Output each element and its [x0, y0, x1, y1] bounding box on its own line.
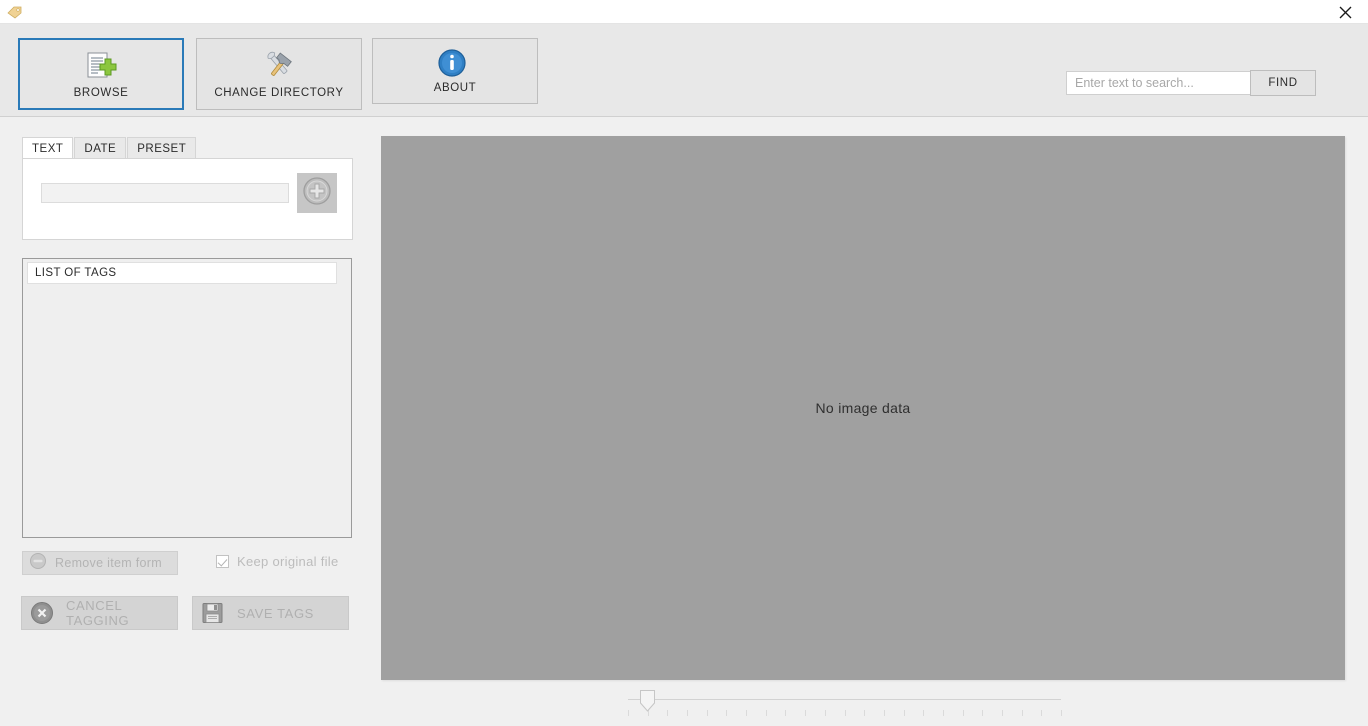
tab-text[interactable]: TEXT — [22, 137, 74, 159]
close-icon — [1339, 6, 1352, 19]
save-tags-button-label: SAVE TAGS — [237, 605, 314, 621]
tag-icon — [6, 4, 24, 20]
save-tags-button[interactable]: SAVE TAGS — [192, 596, 349, 630]
slider-tick — [1061, 710, 1062, 716]
slider-track[interactable] — [628, 699, 1061, 700]
slider-tick — [1001, 710, 1003, 716]
tab-preset-label: PRESET — [137, 142, 187, 155]
slider-tick — [864, 710, 866, 716]
slider-tick — [1021, 710, 1023, 716]
tab-date-label: DATE — [84, 142, 117, 155]
info-circle-icon — [438, 48, 472, 77]
keep-original-file-row[interactable]: Keep original file — [216, 551, 339, 571]
slider-thumb[interactable] — [639, 690, 656, 712]
tab-strip: TEXT DATE PRESET — [22, 137, 197, 159]
image-viewer[interactable]: No image data — [381, 136, 1345, 680]
about-button-label: ABOUT — [433, 81, 477, 94]
about-button[interactable]: ABOUT — [372, 38, 538, 104]
slider-tick — [942, 710, 944, 716]
tab-date[interactable]: DATE — [74, 137, 127, 159]
cancel-tagging-button[interactable]: CANCEL TAGGING — [21, 596, 178, 630]
slider-tick — [1041, 710, 1043, 716]
no-image-message: No image data — [815, 400, 911, 416]
cancel-x-circle-icon — [30, 601, 54, 625]
slider-tick — [844, 710, 846, 716]
slider-tick — [824, 710, 826, 716]
tag-list-header: LIST OF TAGS — [27, 262, 337, 284]
slider-tick — [746, 710, 748, 716]
slider-tick — [923, 710, 925, 716]
tab-panel-text — [22, 158, 353, 240]
slider-tick — [903, 710, 905, 716]
slider-tick — [765, 710, 767, 716]
slider-tick — [962, 710, 964, 716]
slider-tick — [667, 710, 669, 716]
keep-original-file-label: Keep original file — [237, 553, 339, 569]
slider-tick — [726, 710, 728, 716]
image-slider[interactable] — [628, 686, 1068, 722]
tag-text-input[interactable] — [41, 183, 289, 203]
tab-text-label: TEXT — [32, 142, 64, 155]
cancel-tagging-button-label: CANCEL TAGGING — [66, 598, 130, 628]
change-directory-button[interactable]: CHANGE DIRECTORY — [196, 38, 362, 110]
tools-wrench-hammer-icon — [262, 50, 296, 82]
remove-item-button-label: Remove item form — [55, 556, 162, 570]
change-directory-button-label: CHANGE DIRECTORY — [214, 86, 344, 99]
plus-circle-icon — [302, 176, 332, 211]
browse-button[interactable]: BROWSE — [18, 38, 184, 110]
remove-item-button[interactable]: Remove item form — [22, 551, 178, 575]
floppy-save-icon — [201, 601, 225, 625]
keep-original-file-checkbox[interactable] — [216, 554, 229, 568]
slider-tick — [628, 710, 629, 716]
add-tag-button[interactable] — [297, 173, 337, 213]
slider-ticks — [628, 710, 1062, 720]
tab-preset[interactable]: PRESET — [127, 137, 197, 159]
toolbar: BROWSE CHANGE DIRECTORY ABOUT Enter text… — [0, 24, 1368, 117]
slider-tick — [785, 710, 787, 716]
browse-button-label: BROWSE — [73, 86, 129, 99]
slider-tick — [883, 710, 885, 716]
document-add-icon — [84, 50, 118, 82]
find-button[interactable]: FIND — [1250, 70, 1316, 96]
slider-tick — [982, 710, 984, 716]
slider-tick — [687, 710, 689, 716]
minus-circle-icon — [29, 552, 47, 575]
slider-tick — [805, 710, 807, 716]
title-bar — [0, 0, 1368, 24]
close-button[interactable] — [1322, 0, 1368, 24]
tag-list-panel[interactable]: LIST OF TAGS — [22, 258, 352, 538]
slider-tick — [706, 710, 708, 716]
